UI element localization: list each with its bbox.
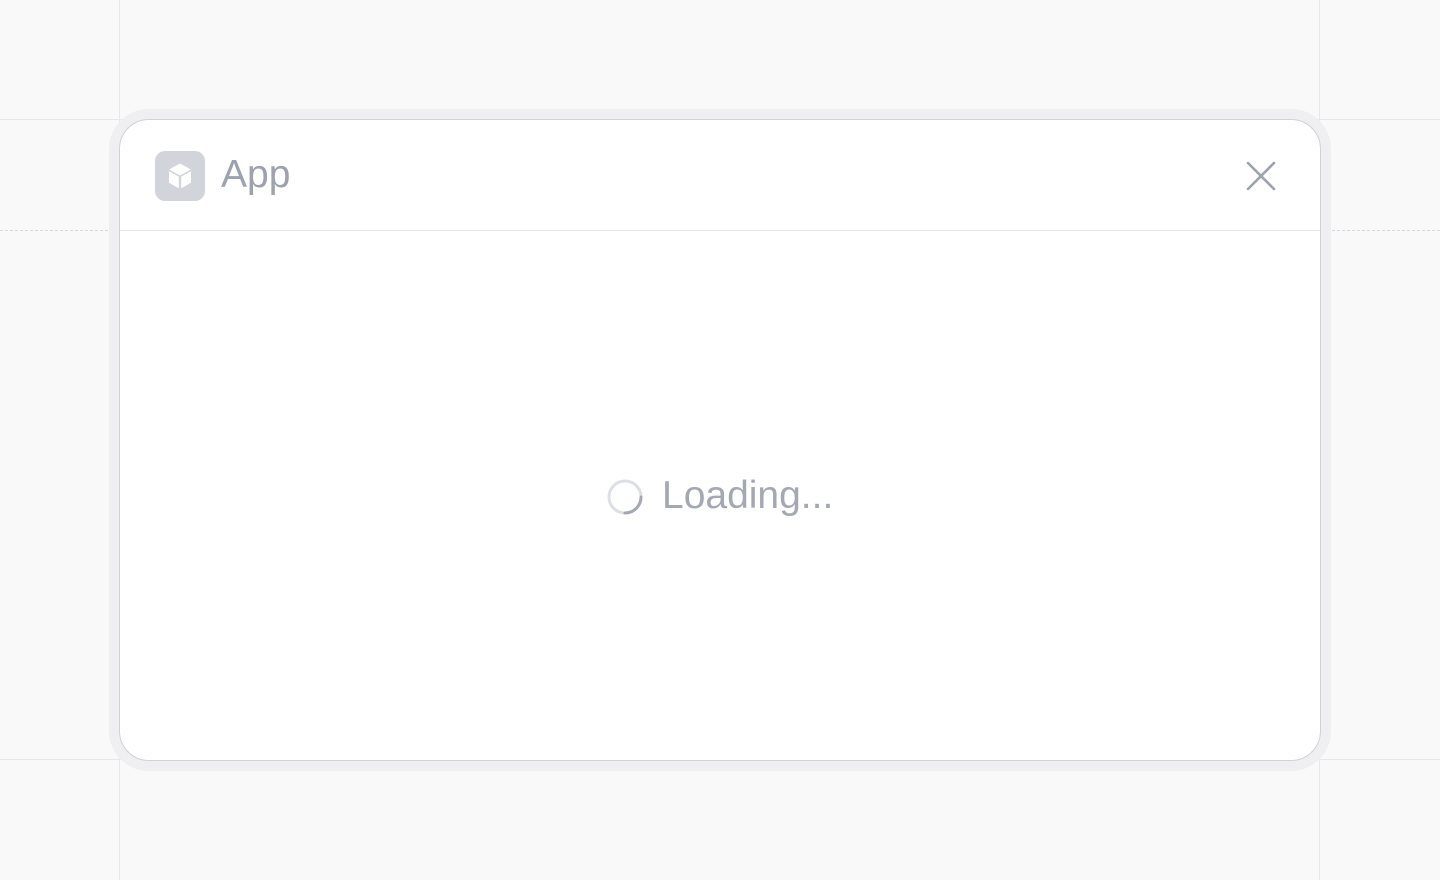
cube-icon: [155, 151, 205, 201]
close-icon: [1246, 161, 1276, 191]
app-window: App Loading...: [119, 119, 1321, 761]
spinner-icon: [607, 479, 643, 515]
window-titlebar: App: [120, 120, 1320, 231]
window-title: App: [221, 153, 291, 196]
guide-dash-left: [0, 230, 108, 231]
close-button[interactable]: [1241, 156, 1281, 196]
loading-label: Loading...: [662, 474, 834, 517]
guide-dash-right: [1332, 230, 1440, 231]
